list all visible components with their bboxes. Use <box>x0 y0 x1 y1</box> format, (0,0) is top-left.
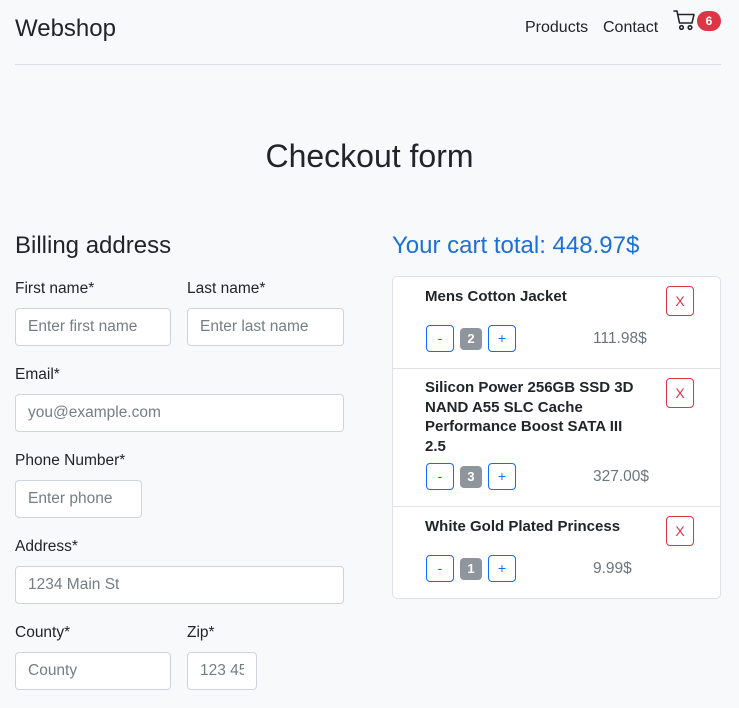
phone-label: Phone Number* <box>15 452 126 469</box>
item-name: Silicon Power 256GB SSD 3D NAND A55 SLC … <box>425 379 634 455</box>
billing-title: Billing address <box>15 232 172 259</box>
item-price: 327.00$ <box>593 468 650 485</box>
remove-item-button[interactable]: X <box>666 286 694 316</box>
nav-link-products[interactable]: Products <box>525 19 588 37</box>
item-name: Mens Cotton Jacket <box>425 288 567 305</box>
cart-item: White Gold Plated Princess X - 1 + 9.99$ <box>393 507 720 599</box>
email-label: Email* <box>15 366 60 383</box>
first-name-label: First name* <box>15 280 95 297</box>
increase-quantity-button[interactable]: + <box>488 463 516 490</box>
increase-quantity-button[interactable]: + <box>488 325 516 352</box>
navbar: Webshop Products Contact 6 <box>15 0 721 65</box>
item-price: 111.98$ <box>593 330 647 347</box>
page-title: Checkout form <box>265 138 474 174</box>
increase-quantity-button[interactable]: + <box>488 555 516 582</box>
cart-item: Silicon Power 256GB SSD 3D NAND A55 SLC … <box>393 369 720 507</box>
quantity-badge: 1 <box>460 558 482 580</box>
last-name-label: Last name* <box>187 280 266 297</box>
quantity-badge: 3 <box>460 466 482 488</box>
address-input[interactable] <box>15 566 344 604</box>
remove-item-button[interactable]: X <box>666 378 694 408</box>
cart-count-badge: 6 <box>697 11 721 31</box>
decrease-quantity-button[interactable]: - <box>426 325 454 352</box>
address-label: Address* <box>15 538 78 555</box>
decrease-quantity-button[interactable]: - <box>426 463 454 490</box>
email-input[interactable] <box>15 394 344 432</box>
cart-icon[interactable] <box>673 8 697 32</box>
item-name: White Gold Plated Princess <box>425 518 621 535</box>
cart-item: Mens Cotton Jacket X - 2 + 111.98$ <box>393 277 720 369</box>
quantity-badge: 2 <box>460 328 482 350</box>
first-name-input[interactable] <box>15 308 171 346</box>
cart-total: Your cart total: 448.97$ <box>392 232 640 259</box>
nav-link-contact[interactable]: Contact <box>603 19 658 37</box>
item-price: 9.99$ <box>593 560 632 577</box>
decrease-quantity-button[interactable]: - <box>426 555 454 582</box>
zip-input[interactable] <box>187 652 257 690</box>
county-input[interactable] <box>15 652 171 690</box>
remove-item-button[interactable]: X <box>666 516 694 546</box>
phone-input[interactable] <box>15 480 142 518</box>
last-name-input[interactable] <box>187 308 344 346</box>
brand-logo[interactable]: Webshop <box>15 15 116 43</box>
cart-list: Mens Cotton Jacket X - 2 + 111.98$ Silic… <box>392 276 721 599</box>
county-label: County* <box>15 624 71 641</box>
zip-label: Zip* <box>187 624 215 641</box>
